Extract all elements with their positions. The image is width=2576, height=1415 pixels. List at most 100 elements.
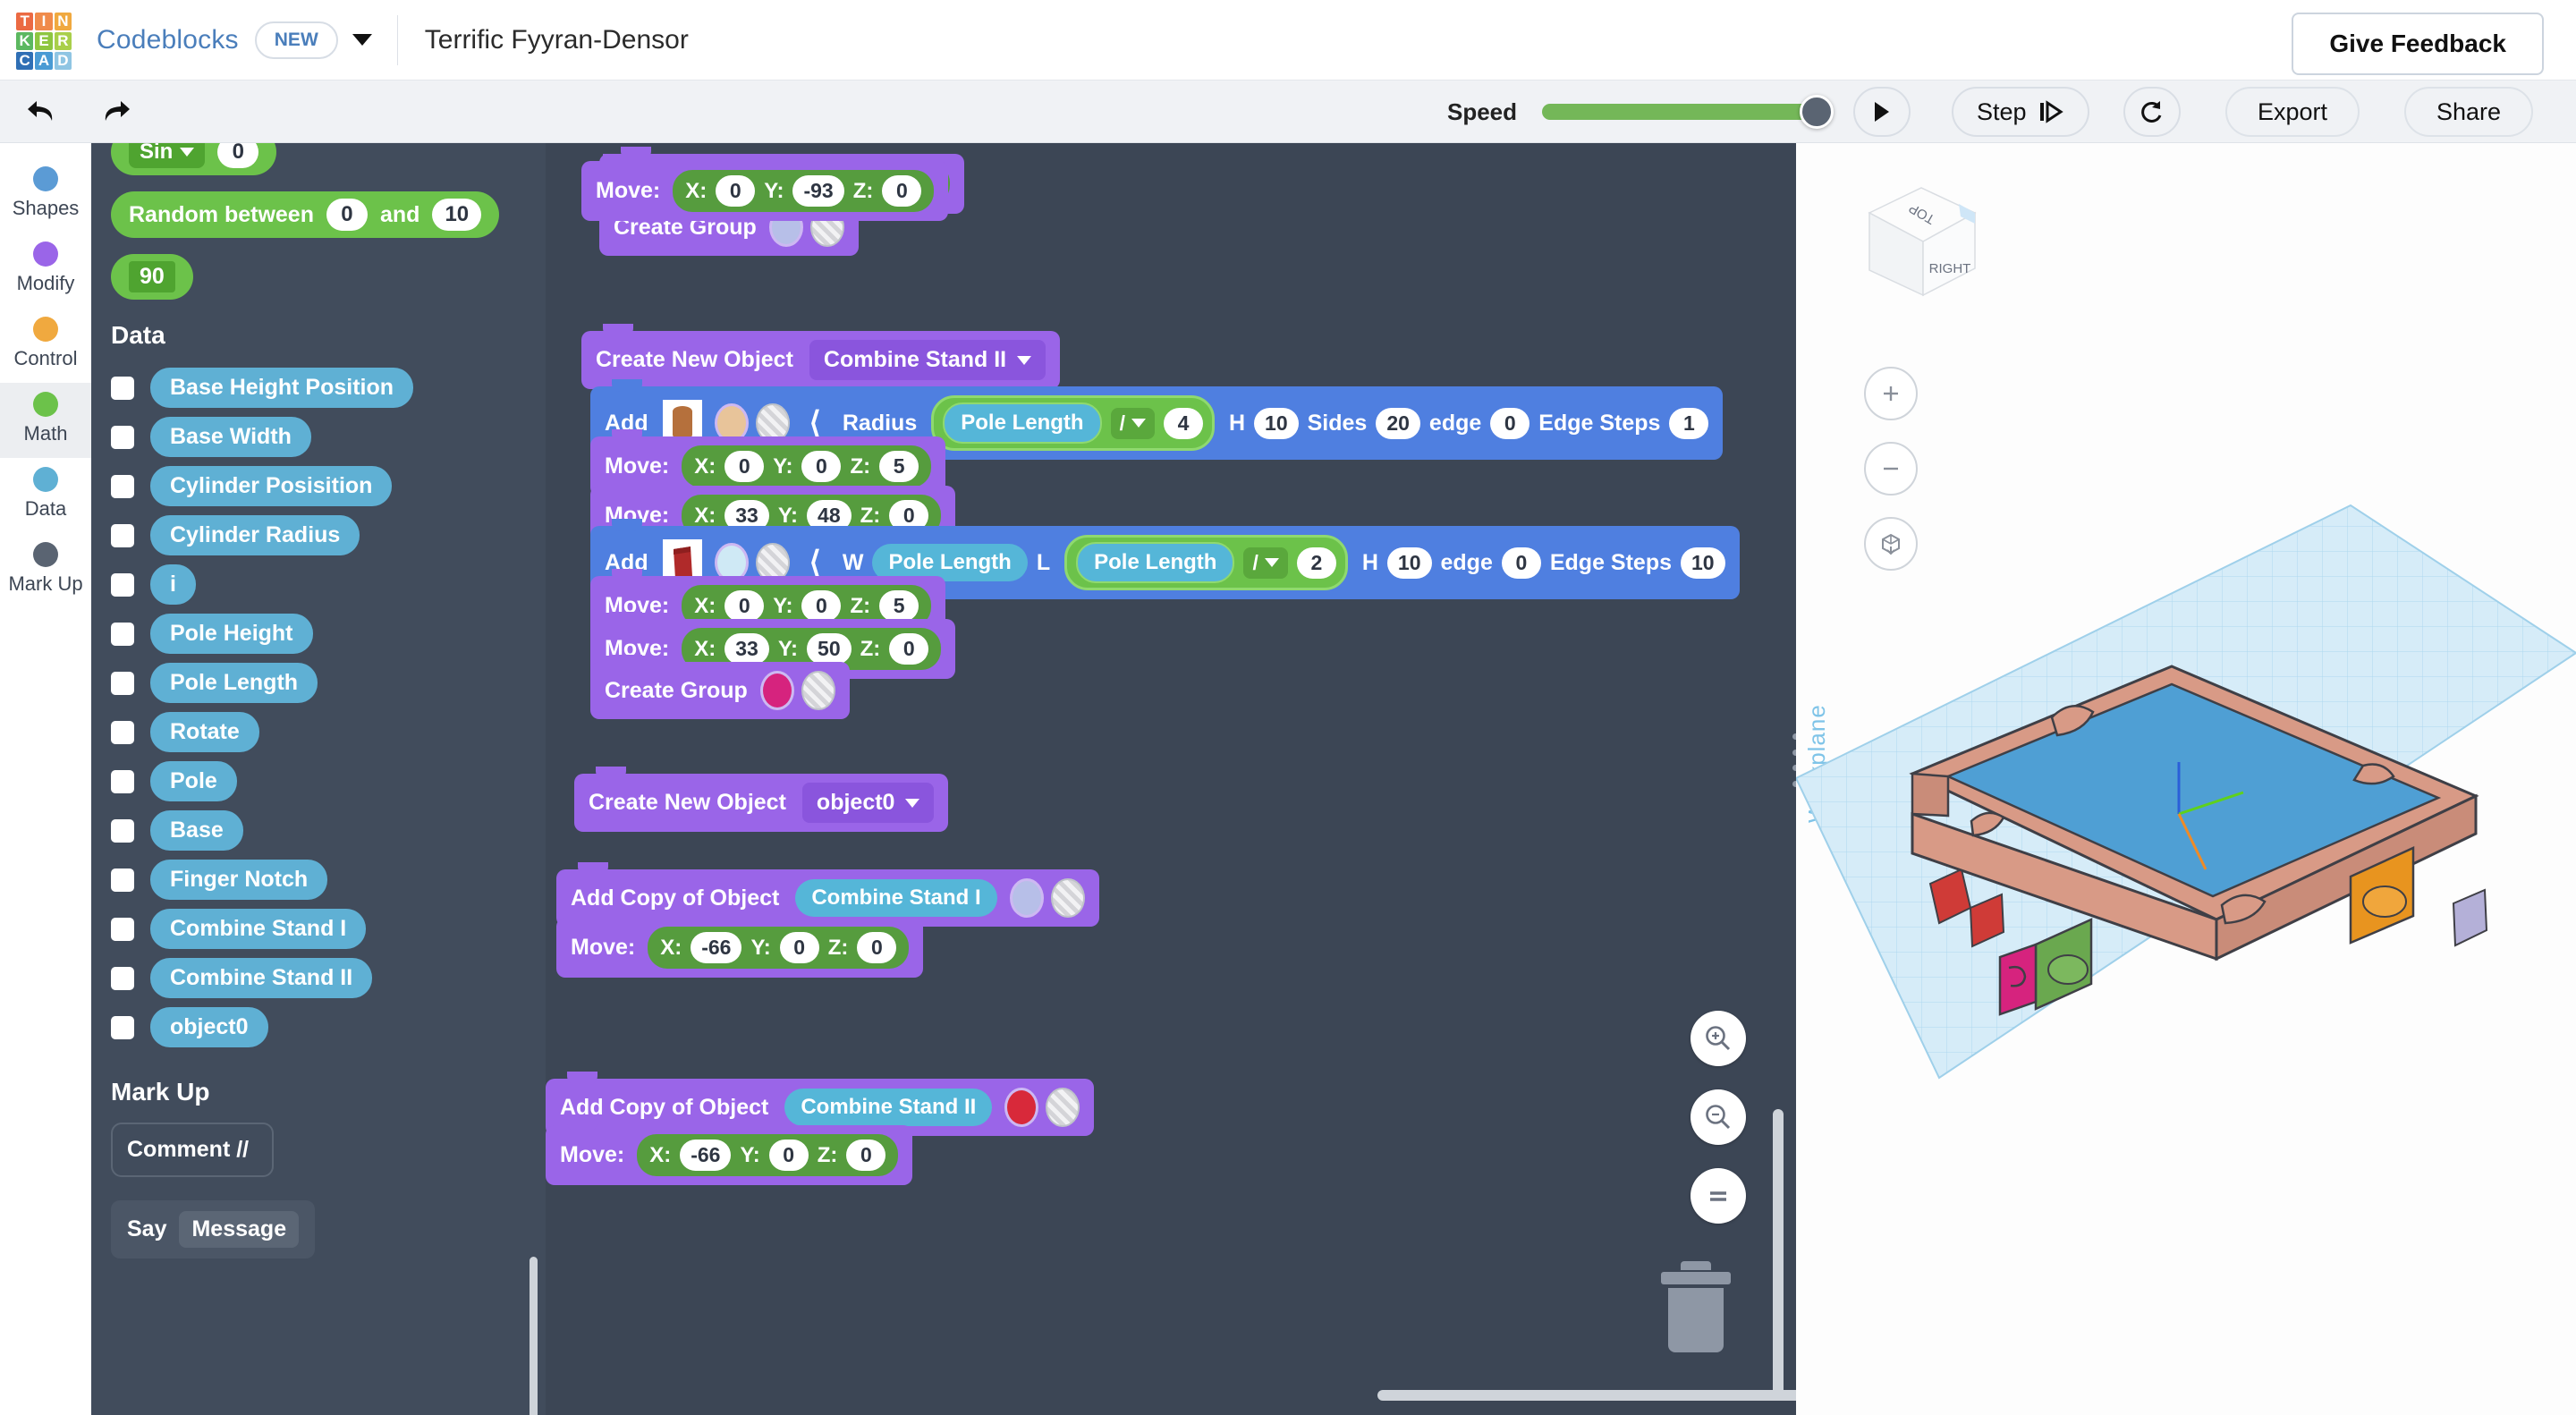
variable-checkbox[interactable]	[111, 769, 134, 793]
variable-pill[interactable]: Finger Notch	[150, 860, 328, 900]
axis-input[interactable]: 0	[857, 932, 897, 963]
axis-input[interactable]: 0	[882, 175, 922, 207]
operator-dropdown[interactable]: /	[1243, 547, 1288, 579]
axis-input[interactable]: 0	[768, 1140, 809, 1171]
object-variable[interactable]: Combine Stand II	[784, 1089, 993, 1126]
hole-swatch[interactable]	[1050, 878, 1085, 918]
color-swatch[interactable]	[1004, 1088, 1039, 1127]
collapse-chevron-icon[interactable]: ⟨	[809, 545, 821, 580]
rail-item-data[interactable]: Data	[0, 458, 91, 533]
canvas-zoom-out-button[interactable]	[1690, 1089, 1746, 1145]
object-dropdown[interactable]: object0	[801, 783, 935, 823]
canvas-horizontal-scrollbar[interactable]	[1377, 1390, 1796, 1401]
field-input[interactable]: 20	[1376, 407, 1420, 439]
viewport-zoom-in-button[interactable]	[1864, 367, 1918, 420]
field-input[interactable]: 1	[1669, 407, 1709, 439]
axis-input[interactable]: 0	[801, 451, 842, 482]
share-button[interactable]: Share	[2404, 87, 2534, 137]
math-sin-block[interactable]: Sin 0	[111, 143, 277, 175]
color-swatch[interactable]	[759, 671, 794, 710]
variable-checkbox[interactable]	[111, 818, 134, 843]
hole-swatch[interactable]	[1046, 1088, 1080, 1127]
color-swatch[interactable]	[1009, 878, 1044, 918]
variable-checkbox[interactable]	[111, 966, 134, 990]
variable-checkbox[interactable]	[111, 425, 134, 449]
number-value[interactable]: 90	[129, 261, 175, 292]
collapse-chevron-icon[interactable]: ⟨	[809, 405, 821, 441]
axis-input[interactable]: 33	[724, 633, 769, 665]
axis-input[interactable]: 0	[801, 590, 842, 622]
math-random-block[interactable]: Random between 0 and 10	[111, 191, 500, 238]
axis-input[interactable]: 0	[846, 1140, 886, 1171]
view-cube[interactable]: TOP RIGHT	[1850, 170, 2002, 322]
expression-block[interactable]: Pole Length / 2	[1064, 535, 1348, 590]
expression-variable[interactable]: Pole Length	[943, 402, 1102, 444]
rail-item-control[interactable]: Control	[0, 308, 91, 383]
rail-item-modify[interactable]: Modify	[0, 233, 91, 308]
variable-checkbox[interactable]	[111, 523, 134, 547]
axis-input[interactable]: 0	[779, 932, 819, 963]
variable-pill[interactable]: Combine Stand I	[150, 909, 367, 949]
code-canvas[interactable]: Move:X:33Y:48Z:0Create GroupCreate New O…	[546, 143, 1796, 1415]
palette-scrollbar[interactable]	[530, 1257, 538, 1415]
operator-dropdown[interactable]: /	[1110, 407, 1155, 439]
object-variable[interactable]: Combine Stand I	[795, 879, 997, 917]
rail-item-math[interactable]: Math	[0, 383, 91, 458]
expression-number[interactable]: 2	[1296, 547, 1336, 579]
trash-icon[interactable]	[1661, 1261, 1731, 1352]
axis-input[interactable]: 0	[724, 590, 765, 622]
chevron-down-icon[interactable]	[352, 34, 372, 46]
math-number-block[interactable]: 90	[111, 254, 193, 300]
comment-block[interactable]: Comment //	[111, 1123, 274, 1177]
hole-swatch[interactable]	[801, 671, 835, 710]
expression-variable[interactable]: Pole Length	[1076, 542, 1235, 583]
canvas-vertical-scrollbar[interactable]	[1773, 1109, 1784, 1395]
new-badge[interactable]: NEW	[254, 21, 338, 59]
document-title[interactable]: Terrific Fyyran-Densor	[425, 25, 689, 55]
brand-name[interactable]: Codeblocks	[97, 25, 239, 55]
variable-pill[interactable]: Cylinder Radius	[150, 515, 360, 555]
3d-viewport[interactable]: TOP RIGHT Workplane	[1796, 143, 2576, 1415]
redo-arrow-icon[interactable]	[91, 87, 141, 137]
variable-pill[interactable]: Base Width	[150, 417, 311, 457]
speed-slider[interactable]	[1542, 95, 1835, 129]
tinkercad-logo[interactable]: T I N K E R C A D	[16, 12, 72, 70]
variable-checkbox[interactable]	[111, 868, 134, 892]
block-move-f[interactable]: Move: X: -66 Y: 0 Z: 0	[556, 911, 924, 978]
block-move-g[interactable]: Move: X: -66 Y: 0 Z: 0	[546, 1118, 913, 1185]
axis-input[interactable]: 0	[716, 175, 756, 207]
axis-input[interactable]: 0	[724, 451, 765, 482]
variable-pill[interactable]: Pole Height	[150, 614, 313, 654]
rail-item-shapes[interactable]: Shapes	[0, 157, 91, 233]
expression-block[interactable]: Pole Length / 4	[931, 395, 1215, 451]
play-button[interactable]	[1853, 87, 1911, 137]
viewport-zoom-out-button[interactable]	[1864, 442, 1918, 496]
random-min-input[interactable]: 0	[326, 199, 368, 231]
variable-checkbox[interactable]	[111, 671, 134, 695]
axis-input[interactable]: 5	[879, 451, 919, 482]
axis-input[interactable]: -66	[680, 1140, 732, 1171]
variable-pill[interactable]: Base Height Position	[150, 368, 414, 408]
variable-checkbox[interactable]	[111, 1015, 134, 1039]
variable-checkbox[interactable]	[111, 917, 134, 941]
give-feedback-button[interactable]: Give Feedback	[2292, 13, 2544, 75]
variable-pill[interactable]: Pole	[150, 761, 237, 801]
axis-input[interactable]: 50	[807, 633, 852, 665]
variable-pill[interactable]: Cylinder Posisition	[150, 466, 393, 506]
axis-input[interactable]: 0	[889, 633, 929, 665]
object-dropdown[interactable]: Combine Stand II	[809, 340, 1046, 380]
variable-pill[interactable]: Combine Stand II	[150, 958, 373, 998]
block-create-new-object-2[interactable]: Create New Object object0	[574, 767, 949, 832]
canvas-zoom-in-button[interactable]	[1690, 1011, 1746, 1066]
axis-input[interactable]: 5	[879, 590, 919, 622]
export-button[interactable]: Export	[2225, 87, 2360, 137]
block-create-group-2[interactable]: Create Group	[590, 655, 850, 719]
variable-pill[interactable]: Pole Length	[150, 663, 318, 703]
variable-pill[interactable]: Base	[150, 810, 243, 851]
step-button[interactable]: Step	[1952, 87, 2089, 137]
sin-dropdown[interactable]: Sin	[129, 143, 206, 168]
speed-slider-knob[interactable]	[1800, 95, 1835, 129]
rail-item-mark-up[interactable]: Mark Up	[0, 533, 91, 608]
field-input[interactable]: 0	[1501, 547, 1541, 579]
reset-button[interactable]	[2123, 87, 2181, 137]
